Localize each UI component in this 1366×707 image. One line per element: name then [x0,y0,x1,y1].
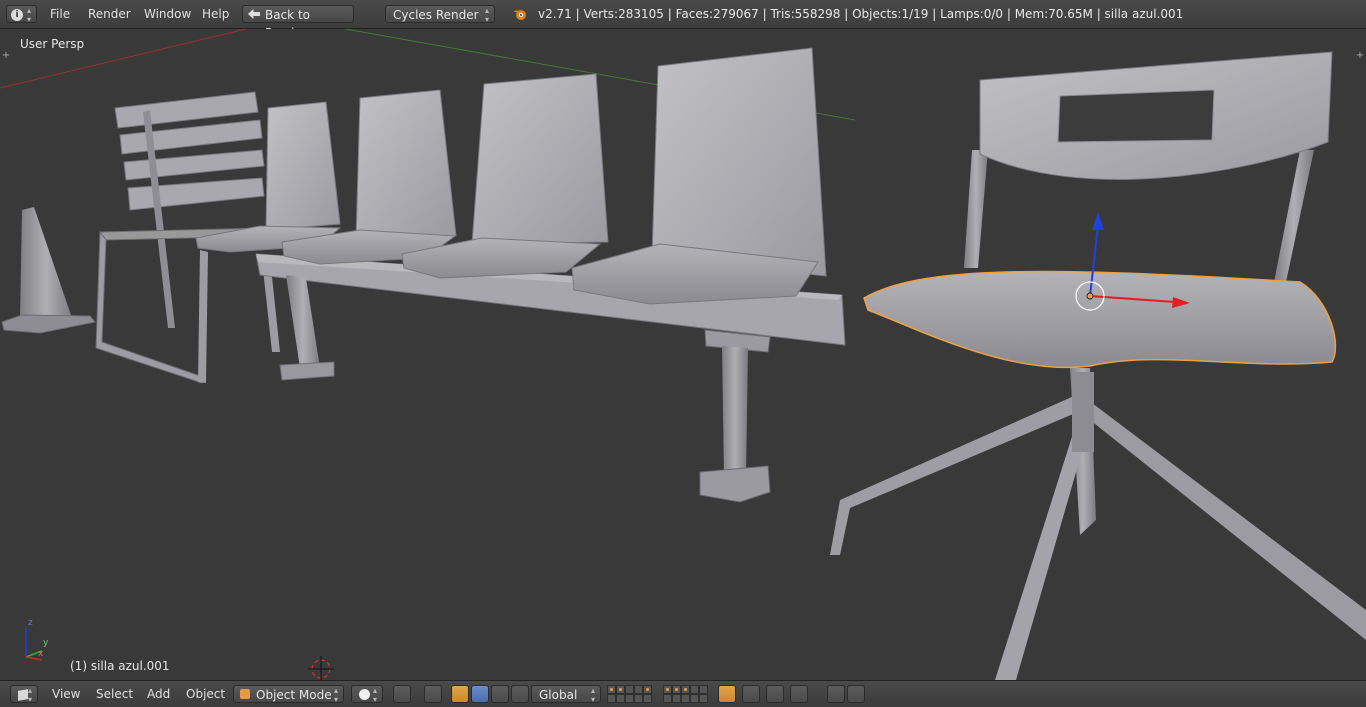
menu-file[interactable]: File [44,4,76,24]
axis-z-label: z [28,618,33,628]
manipulator-toggle-button[interactable] [424,685,442,703]
chevron-icon: ▴ ▾ [484,6,489,24]
render-engine-label: Cycles Render [393,8,479,22]
properties-toggle-icon[interactable]: + [1355,51,1365,61]
render-animation-button[interactable] [847,685,865,703]
layer-8[interactable] [625,694,634,703]
info-header: i ▴▾ File Render Window Help Back to Pre… [0,0,1366,40]
row-chair-4[interactable] [571,47,827,305]
layer-13[interactable] [681,685,690,694]
scale-manipulator-button[interactable] [491,685,509,703]
layer-20[interactable] [699,694,708,703]
3d-cursor[interactable] [308,656,334,680]
menu-window[interactable]: Window [138,4,197,24]
menu-view[interactable]: View [46,684,86,704]
pivot-point-button[interactable] [393,685,411,703]
blender-logo-icon [513,7,527,21]
chevron-icon: ▴ ▾ [27,686,32,704]
rotate-manipulator-button[interactable] [471,685,489,703]
render-opengl-button[interactable] [827,685,845,703]
transform-orientation-select[interactable]: Global ▴ ▾ [531,685,601,704]
cube-icon [18,688,28,701]
layer-6[interactable] [607,694,616,703]
menu-select[interactable]: Select [90,684,139,704]
scene-stats: v2.71 | Verts:283105 | Faces:279067 | Tr… [538,7,1184,21]
snap-element-button[interactable] [790,685,808,703]
3d-view-header: ▴ ▾ View Select Add Object Object Mode ▴ ▾… [0,680,1366,707]
axis-x-label: x [38,649,44,659]
layer-4[interactable] [634,685,643,694]
back-icon [248,9,260,19]
menu-add[interactable]: Add [141,684,176,704]
layer-19[interactable] [690,694,699,703]
layer-15[interactable] [699,685,708,694]
toolshelf-toggle-icon[interactable]: + [1,51,11,61]
layer-2[interactable] [616,685,625,694]
chevron-icon: ▴ ▾ [590,686,595,704]
layer-buttons[interactable] [607,681,711,707]
3d-viewport[interactable]: + + User Persp z y x (1) silla azul.001 [0,29,1366,680]
object-mode-icon [240,689,250,699]
layer-16[interactable] [663,694,672,703]
editor-type-button[interactable]: i ▴ ▾ [6,5,37,24]
axis-y-label: y [43,638,49,648]
chevron-icon: ▴ ▾ [333,686,338,704]
lock-layers-button[interactable] [718,685,736,703]
proportional-editing-button[interactable] [742,685,760,703]
mode-label: Object Mode [256,688,332,702]
mode-select[interactable]: Object Mode ▴ ▾ [233,685,344,704]
active-object-label: (1) silla azul.001 [70,659,170,673]
layer-11[interactable] [663,685,672,694]
snap-toggle-button[interactable] [766,685,784,703]
view-label: User Persp [20,37,85,51]
menu-object[interactable]: Object [180,684,231,704]
layer-1[interactable] [607,685,616,694]
info-icon: i [11,8,23,21]
chevron-icon: ▴ ▾ [372,686,377,704]
layer-17[interactable] [672,694,681,703]
layer-5[interactable] [643,685,652,694]
chevron-icon: ▴ ▾ [26,6,31,24]
orientation-label: Global [539,688,578,702]
swivel-chair-object[interactable] [830,51,1366,680]
back-to-previous-button[interactable]: Back to Previous [242,5,354,40]
extra-manipulator-button[interactable] [511,685,529,703]
editor-type-button[interactable]: ▴ ▾ [10,685,38,704]
layer-18[interactable] [681,694,690,703]
layer-10[interactable] [643,694,652,703]
layer-7[interactable] [616,694,625,703]
layer-12[interactable] [672,685,681,694]
menu-help[interactable]: Help [196,4,235,24]
translate-manipulator-button[interactable] [451,685,469,703]
viewport-shading-select[interactable]: ▴ ▾ [351,685,383,704]
layer-3[interactable] [625,685,634,694]
traffic-cone-object[interactable] [1,207,96,334]
layer-9[interactable] [634,694,643,703]
layer-14[interactable] [690,685,699,694]
menu-render[interactable]: Render [82,4,137,24]
scene-canvas[interactable] [0,29,1366,680]
solid-shading-icon [359,689,370,700]
render-engine-select[interactable]: Cycles Render ▴ ▾ [385,5,495,24]
